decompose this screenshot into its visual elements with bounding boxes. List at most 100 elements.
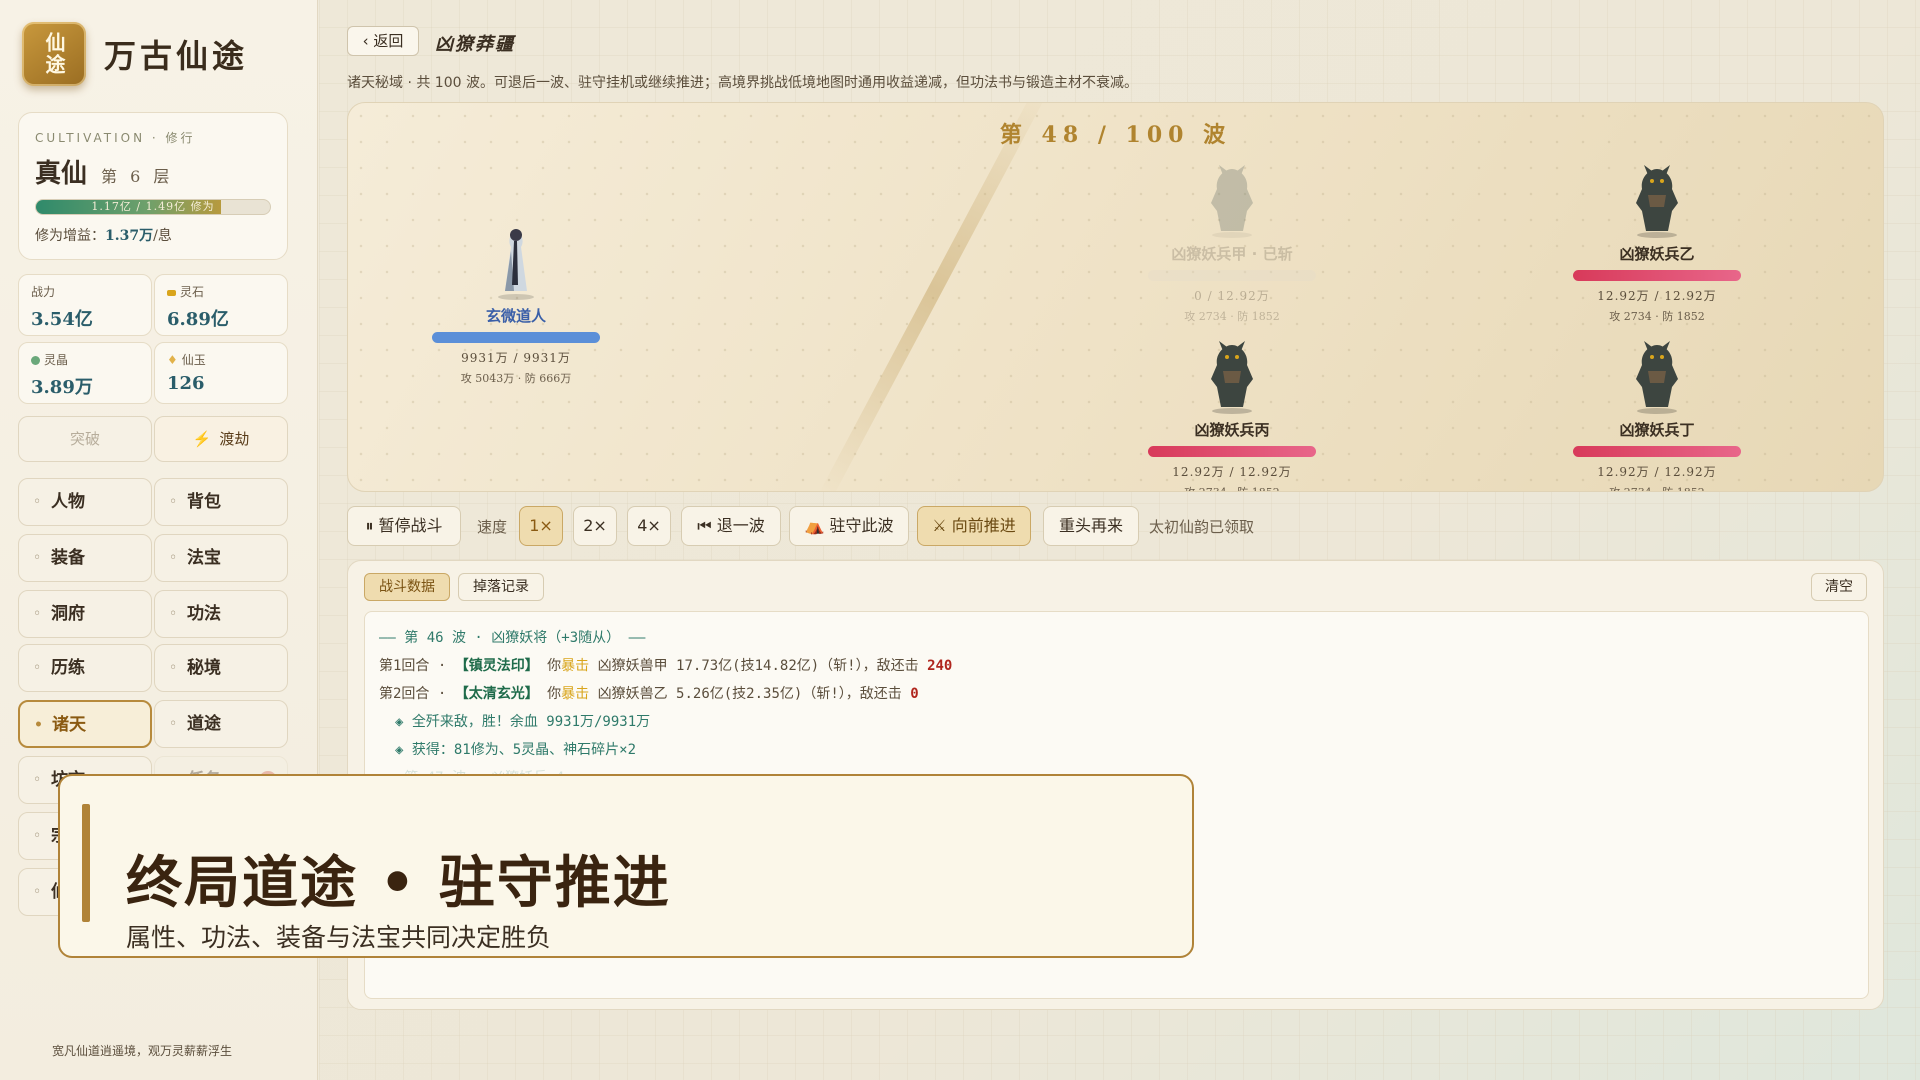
restart-button[interactable]: 重头再来: [1043, 506, 1139, 546]
log-crit: 暴击: [561, 686, 590, 702]
claim-status: 太初仙韵已领取: [1149, 518, 1255, 536]
app-logo: 仙途 万古仙途: [22, 22, 248, 86]
log-line: 第1回合 · 【镇灵法印】 你暴击 凶獠妖兽甲 17.73亿(技14.82亿)（…: [379, 658, 953, 674]
enemy-hp-bar: [1573, 270, 1741, 281]
log-info: ◈ 全歼来敌，胜！余血 9931万/9931万: [395, 714, 651, 730]
log-skill: 【太清玄光】: [454, 686, 539, 702]
app-title: 万古仙途: [104, 37, 249, 75]
logo-badge: 仙途: [22, 22, 86, 86]
log-round: 第2回合: [379, 686, 430, 702]
log-line: ◈ 全歼来敌，胜！余血 9931万/9931万: [379, 708, 1854, 736]
enemy-hp-fill: [1148, 446, 1316, 457]
stat-immortal-jade: ♦ 仙玉 126: [154, 342, 288, 404]
clear-log-button[interactable]: 清空: [1811, 573, 1867, 601]
battle-arena: 第 48 / 100 波 玄微道人 9931万 / 9931万 攻 5043万 …: [347, 102, 1884, 492]
stat-value: 3.54亿: [31, 309, 93, 330]
player-hp-fill: [432, 332, 600, 343]
map-title: 凶獠莽疆: [435, 34, 515, 55]
stat-value: 126: [167, 373, 205, 394]
speed-4x-button[interactable]: 4×: [627, 506, 671, 546]
enemy-unit-2[interactable]: 凶獠妖兵乙 12.92万 / 12.92万 攻 2734 · 防 1852: [1572, 159, 1742, 324]
xp-rate: 修为增益：1.37万/息: [35, 225, 172, 245]
nav-cave[interactable]: 洞府: [18, 590, 152, 638]
log-line: 第2回合 · 【太清玄光】 你暴击 凶獠妖兽乙 5.26亿(技2.35亿)（斩!…: [379, 686, 919, 702]
enemy-stats: 攻 2734 · 防 1852: [1572, 484, 1742, 491]
retreat-wave-button[interactable]: ⏮ 退一波: [681, 506, 781, 546]
enemy-stats: 攻 2734 · 防 1852: [1609, 310, 1705, 323]
enemy-hp: 12.92万 / 12.92万: [1597, 289, 1717, 303]
tab-battle-data[interactable]: 战斗数据: [364, 573, 450, 601]
enemy-hp-fill: [1573, 270, 1741, 281]
nav-inventory[interactable]: 背包: [154, 478, 288, 526]
back-button[interactable]: ‹ 返回: [347, 26, 419, 56]
feature-banner: 终局道途 • 驻守推进 属性、功法、装备与法宝共同决定胜负: [58, 774, 1194, 958]
enemy-hp-bar: [1148, 270, 1316, 281]
nav-heavens[interactable]: 诸天: [18, 700, 152, 748]
nav-treasure[interactable]: 法宝: [154, 534, 288, 582]
stat-spirit-stone: 灵石 6.89亿: [154, 274, 288, 336]
cultivation-card: CULTIVATION · 修行 真仙 第 6 层 1.17亿 / 1.49亿 …: [18, 112, 288, 260]
crystal-icon: [31, 356, 40, 365]
realm-name: 真仙: [35, 159, 88, 189]
stat-label: 灵石: [180, 285, 205, 299]
enemy-hp: 0 / 12.92万: [1194, 289, 1270, 303]
banner-accent: [82, 804, 90, 922]
speed-label: 速度: [477, 518, 508, 536]
stat-value: 3.89万: [31, 377, 93, 398]
lightning-icon: ⚡: [192, 430, 212, 448]
enemy-unit-1[interactable]: 凶獠妖兵甲 · 已斩 0 / 12.92万 攻 2734 · 防 1852: [1147, 159, 1317, 324]
beast-soldier-icon: [1211, 341, 1253, 414]
log-skill: 【镇灵法印】: [454, 658, 539, 674]
log-detail: 凶獠妖兽乙 5.26亿(技2.35亿)（斩!），敌还击: [597, 686, 902, 702]
garrison-wave-button[interactable]: ⛺ 驻守此波: [789, 506, 909, 546]
stat-label: 灵晶: [44, 353, 69, 367]
speed-2x-button[interactable]: 2×: [573, 506, 617, 546]
jade-icon: ♦: [167, 353, 178, 367]
log-counter-damage: 240: [927, 658, 953, 674]
enemy-unit-4[interactable]: 凶獠妖兵丁 12.92万 / 12.92万 攻 2734 · 防 1852: [1572, 335, 1742, 491]
log-info: ◈ 获得：81修为、5灵晶、神石碎片×2: [395, 742, 637, 758]
stat-spirit-crystal: 灵晶 3.89万: [18, 342, 152, 404]
slash-effect: [818, 103, 1052, 491]
pause-battle-button[interactable]: ⏸ 暂停战斗: [347, 506, 461, 546]
speed-1x-button[interactable]: 1×: [519, 506, 563, 546]
xp-rate-value: 1.37万: [105, 228, 154, 244]
nav-character[interactable]: 人物: [18, 478, 152, 526]
log-subject: 你: [547, 658, 562, 674]
nav-secret-realm[interactable]: 秘境: [154, 644, 288, 692]
beast-soldier-icon: [1636, 165, 1678, 238]
log-detail: 凶獠妖兽甲 17.73亿(技14.82亿)（斩!），敌还击: [597, 658, 919, 674]
player-sprite-icon: [498, 229, 534, 300]
nav-equipment[interactable]: 装备: [18, 534, 152, 582]
player-stats: 攻 5043万 · 防 666万: [460, 372, 572, 385]
enemy-stats: 攻 2734 · 防 1852: [1147, 484, 1317, 491]
realm-layer: 第 6 层: [101, 167, 174, 186]
log-round: 第1回合: [379, 658, 430, 674]
xp-rate-unit: /息: [153, 228, 172, 244]
enemy-name: 凶獠妖兵丁: [1619, 421, 1695, 439]
enemy-stats: 攻 2734 · 防 1852: [1184, 310, 1280, 323]
banner-subtitle: 属性、功法、装备与法宝共同决定胜负: [126, 923, 552, 952]
advance-button[interactable]: ⚔ 向前推进: [917, 506, 1031, 546]
enemy-unit-3[interactable]: 凶獠妖兵丙 12.92万 / 12.92万 攻 2734 · 防 1852: [1147, 335, 1317, 491]
nav-dao-path[interactable]: 道途: [154, 700, 288, 748]
player-hp: 9931万 / 9931万: [461, 351, 571, 365]
enemy-hp-bar: [1573, 446, 1741, 457]
xp-text: 1.17亿 / 1.49亿 修为: [91, 200, 215, 213]
log-line: —— 第 46 波 · 凶獠妖将（+3随从） ——: [379, 624, 1854, 652]
wave-counter: 第 48 / 100 波: [999, 122, 1232, 148]
player-unit[interactable]: 玄微道人 9931万 / 9931万 攻 5043万 · 防 666万: [431, 221, 601, 386]
enemy-hp: 12.92万 / 12.92万: [1172, 465, 1292, 479]
enemy-name: 凶獠妖兵乙: [1619, 245, 1695, 263]
breakthrough-button[interactable]: 突破: [18, 416, 152, 462]
player-name: 玄微道人: [485, 307, 546, 325]
nav-techniques[interactable]: 功法: [154, 590, 288, 638]
footer-motto: 宽凡仙道逍遥境，观万灵薪薪浮生: [52, 1044, 233, 1058]
map-description: 诸天秘域 · 共 100 波。可退后一波、驻守挂机或继续推进；高境界挑战低境地图…: [347, 75, 1138, 91]
nav-training[interactable]: 历练: [18, 644, 152, 692]
tribulation-button[interactable]: ⚡ 渡劫: [154, 416, 288, 462]
tab-drop-records[interactable]: 掉落记录: [458, 573, 544, 601]
beast-soldier-icon: [1211, 165, 1253, 238]
banner-title: 终局道途 • 驻守推进: [126, 851, 671, 916]
log-counter-damage: 0: [910, 686, 919, 702]
